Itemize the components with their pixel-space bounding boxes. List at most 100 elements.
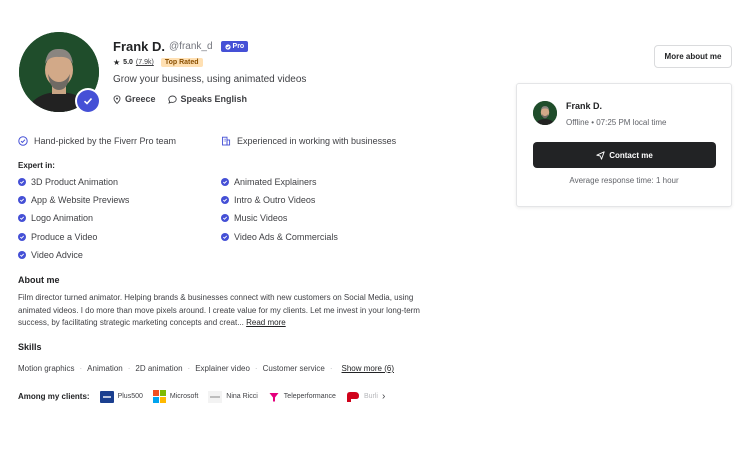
rating-score: 5.0: [123, 59, 133, 66]
review-count-link[interactable]: (7.9k): [136, 59, 154, 66]
separator: ·: [187, 364, 191, 373]
expert-item: App & Website Previews: [18, 195, 129, 205]
chevron-right-icon[interactable]: ›: [382, 391, 385, 402]
expert-item-label: Logo Animation: [31, 213, 94, 223]
clients-label: Among my clients:: [18, 392, 90, 401]
check-icon: [18, 196, 26, 204]
about-body: Film director turned animator. Helping b…: [18, 293, 420, 327]
profile-avatar-wrap: [19, 32, 103, 116]
client-item: Nina Ricci: [208, 390, 258, 403]
check-icon: [18, 178, 26, 186]
skill-tag[interactable]: Motion graphics: [18, 364, 74, 373]
expert-item: Logo Animation: [18, 213, 93, 223]
location-label: Greece: [125, 94, 156, 104]
expert-item-label: Animated Explainers: [234, 177, 317, 187]
location-item: Greece: [113, 94, 156, 104]
expert-item-label: Video Advice: [31, 250, 83, 260]
star-icon: ★: [113, 58, 121, 67]
read-more-link[interactable]: Read more: [246, 318, 286, 327]
chat-icon: [167, 95, 177, 104]
skill-tag[interactable]: Animation: [87, 364, 123, 373]
seller-username: @frank_d: [169, 41, 213, 52]
expert-item-label: App & Website Previews: [31, 195, 130, 205]
plus500-logo-icon: [99, 390, 114, 403]
client-name: Burli: [363, 393, 378, 400]
feature-handpicked-label: Hand-picked by the Fiverr Pro team: [34, 136, 177, 146]
clients-row: Among my clients: Plus500 Microsoft Nina…: [18, 390, 385, 403]
expert-item-label: 3D Product Animation: [31, 177, 119, 187]
pro-badge: Pro: [220, 41, 249, 52]
about-title: About me: [18, 275, 60, 285]
more-about-me-button[interactable]: More about me: [654, 45, 732, 68]
skills-row: Motion graphics · Animation · 2D animati…: [18, 364, 394, 373]
expert-title: Expert in:: [18, 161, 55, 170]
expert-item: Produce a Video: [18, 232, 97, 242]
skill-tag[interactable]: Explainer video: [195, 364, 250, 373]
check-icon: [18, 214, 26, 222]
contact-seller-name: Frank D.: [566, 101, 603, 111]
client-name: Microsoft: [169, 393, 199, 400]
contact-me-button[interactable]: Contact me: [533, 142, 716, 168]
building-icon: [222, 136, 231, 146]
microsoft-logo-icon: [152, 390, 166, 403]
contact-status: Offline • 07:25 PM local time: [566, 118, 667, 127]
burlington-logo-icon: [346, 391, 359, 402]
client-item: Plus500: [99, 390, 143, 403]
expert-item-label: Video Ads & Commercials: [234, 232, 338, 242]
seller-tagline: Grow your business, using animated video…: [113, 74, 307, 85]
shield-check-icon: [18, 136, 28, 146]
feature-experienced-label: Experienced in working with businesses: [237, 136, 397, 146]
expert-item-label: Music Videos: [234, 213, 288, 223]
expert-item: Animated Explainers: [221, 177, 317, 187]
client-item: Burli: [346, 391, 378, 403]
feature-handpicked: Hand-picked by the Fiverr Pro team: [18, 136, 176, 146]
client-name: Nina Ricci: [226, 393, 258, 400]
separator: ·: [79, 364, 83, 373]
separator: ·: [329, 364, 333, 373]
location-icon: [113, 94, 121, 104]
separator: ·: [254, 364, 258, 373]
top-rated-badge: Top Rated: [160, 58, 203, 67]
verified-icon: [224, 43, 231, 50]
separator: ·: [127, 364, 131, 373]
avatar: [533, 101, 557, 125]
pro-badge-label: Pro: [232, 43, 245, 50]
feature-experienced: Experienced in working with businesses: [221, 136, 396, 146]
expert-item: Video Ads & Commercials: [221, 232, 338, 242]
expert-item: 3D Product Animation: [18, 177, 118, 187]
expert-item: Intro & Outro Videos: [221, 195, 315, 205]
show-more-skills-link[interactable]: Show more (6): [342, 364, 394, 373]
about-text: Film director turned animator. Helping b…: [18, 292, 430, 330]
client-name: Plus500: [117, 393, 143, 400]
language-label: Speaks English: [180, 94, 248, 104]
verified-badge: [75, 88, 101, 114]
expert-item: Video Advice: [18, 250, 83, 260]
contact-card: Frank D. Offline • 07:25 PM local time C…: [516, 83, 732, 207]
expert-item: Music Videos: [221, 213, 287, 223]
contact-me-label: Contact me: [609, 150, 653, 160]
response-time: Average response time: 1 hour: [569, 176, 679, 185]
check-icon: [221, 233, 229, 241]
send-icon: [596, 150, 605, 160]
client-item: Microsoft: [152, 390, 199, 403]
skill-tag[interactable]: Customer service: [263, 364, 325, 373]
skills-title: Skills: [18, 342, 42, 352]
client-name: Teleperformance: [283, 393, 336, 400]
client-item: Teleperformance: [268, 391, 336, 403]
check-icon: [18, 251, 26, 259]
name-row: Frank D. @frank_d Pro: [113, 39, 249, 54]
teleperformance-logo-icon: [269, 392, 279, 401]
verified-icon: [77, 90, 99, 112]
check-icon: [221, 178, 229, 186]
language-item: Speaks English: [167, 94, 248, 104]
expert-item-label: Intro & Outro Videos: [234, 195, 316, 205]
rating-row: ★ 5.0 (7.9k) Top Rated: [113, 58, 203, 67]
meta-row: Greece Speaks English: [113, 94, 247, 104]
skill-tag[interactable]: 2D animation: [135, 364, 182, 373]
expert-item-label: Produce a Video: [31, 232, 98, 242]
seller-name[interactable]: Frank D.: [113, 39, 165, 54]
check-icon: [18, 233, 26, 241]
check-icon: [221, 214, 229, 222]
check-icon: [221, 196, 229, 204]
nina-ricci-logo-icon: [208, 390, 223, 403]
